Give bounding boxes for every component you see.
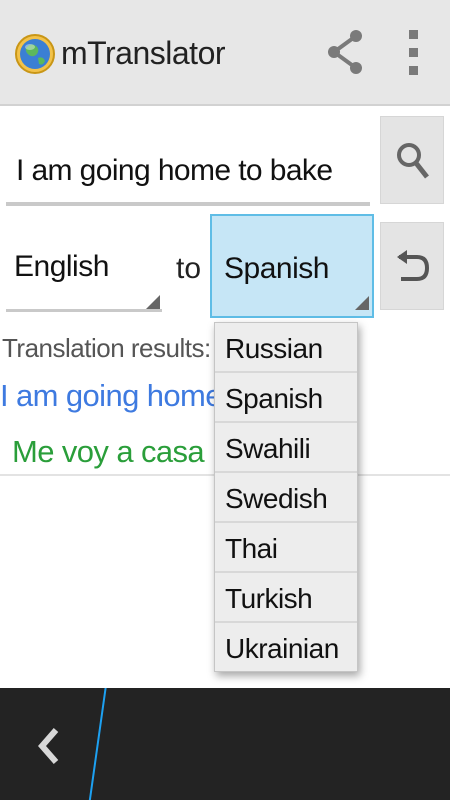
overflow-menu-icon[interactable] [400, 26, 428, 80]
target-language-spinner[interactable]: Spanish [210, 214, 374, 318]
dropdown-option-thai[interactable]: Thai [215, 523, 357, 573]
search-icon [397, 143, 429, 179]
dropdown-option-ukrainian[interactable]: Ukrainian [215, 623, 357, 673]
action-bar: mTranslator [0, 0, 450, 106]
navigation-bar [0, 688, 450, 800]
source-language-spinner[interactable]: English [6, 226, 162, 312]
back-icon[interactable] [34, 726, 64, 766]
target-language-label: Spanish [224, 252, 329, 285]
language-dropdown: Russian Spanish Swahili Swedish Thai Tur… [214, 322, 358, 672]
dropdown-option-russian[interactable]: Russian [215, 323, 357, 373]
search-button[interactable] [380, 116, 444, 204]
to-label: to [176, 252, 202, 285]
dropdown-option-turkish[interactable]: Turkish [215, 573, 357, 623]
nav-divider [86, 688, 108, 800]
dropdown-option-swedish[interactable]: Swedish [215, 473, 357, 523]
source-language-label: English [14, 250, 109, 283]
globe-icon[interactable] [14, 18, 56, 90]
spinner-arrow-icon [146, 295, 160, 309]
dropdown-option-spanish[interactable]: Spanish [215, 373, 357, 423]
input-underline [6, 202, 370, 206]
swap-button[interactable] [380, 222, 444, 310]
text-input[interactable]: I am going home to bake [6, 130, 370, 206]
share-icon[interactable] [322, 26, 368, 78]
dropdown-option-swahili[interactable]: Swahili [215, 423, 357, 473]
app-title: mTranslator [61, 35, 226, 71]
spinner-underline [6, 309, 162, 312]
spinner-arrow-icon [355, 296, 369, 310]
input-text: I am going home to bake [16, 154, 333, 187]
swap-icon [397, 250, 430, 281]
results-label: Translation results: [2, 333, 211, 363]
